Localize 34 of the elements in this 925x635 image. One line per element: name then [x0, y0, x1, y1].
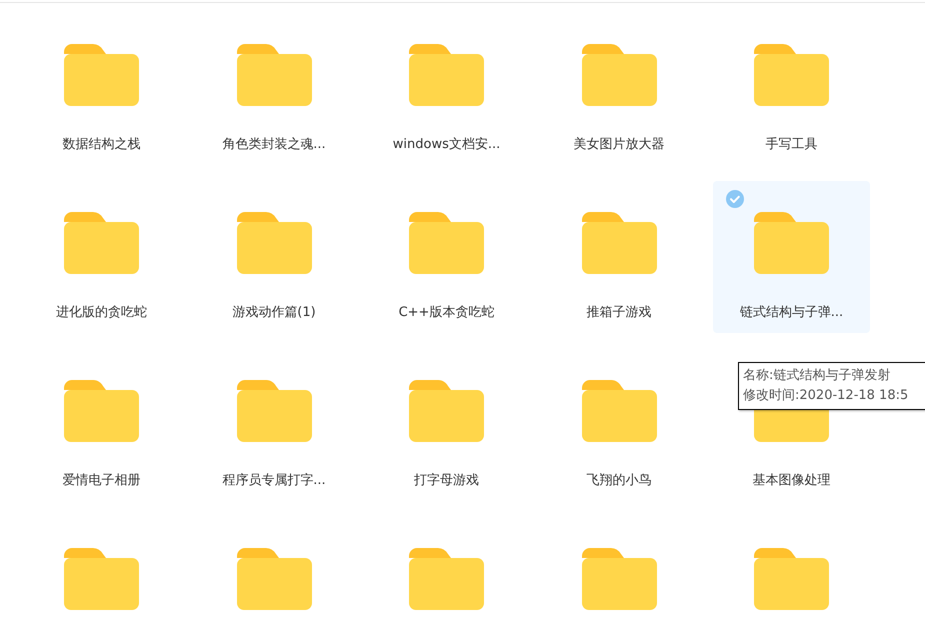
folder-icon: [236, 380, 312, 442]
folder-icon: [409, 380, 484, 442]
tooltip-text: 修改时间:2020-12-18 18:5: [743, 387, 910, 405]
folder-name: 游戏动作篇(1): [232, 304, 316, 321]
folder-icon: [64, 212, 139, 274]
folder-name: 美女图片放大器: [574, 136, 664, 153]
folder-name: 链式结构与子弹...: [740, 304, 844, 321]
folder-name: 手写工具: [766, 136, 818, 153]
folder-icon: [582, 380, 656, 442]
folder-icon: [409, 44, 484, 106]
folder-name: 程序员专属打字...: [222, 472, 326, 489]
checkmark-icon[interactable]: [726, 190, 744, 208]
folder-name: windows文档安...: [392, 136, 500, 153]
folder-icon: [409, 212, 484, 274]
folder-icon: [236, 44, 312, 106]
folder-icon: [582, 44, 656, 106]
folder-name: 角色类封装之魂...: [222, 136, 326, 153]
folder-icon: [754, 410, 829, 442]
folder-name: 基本图像处理: [752, 472, 830, 489]
folder-name: 爱情电子相册: [62, 472, 140, 489]
folder-name: 飞翔的小鸟: [586, 472, 652, 489]
folder-name: 打字母游戏: [414, 472, 479, 489]
folder-icon: [754, 44, 829, 106]
folder-name: 数据结构之栈: [62, 136, 140, 153]
folder-icon: [754, 212, 829, 274]
tooltip-text: 名称:链式结构与子弹发射: [743, 367, 892, 385]
folder-icon: [64, 380, 139, 442]
folder-name: C++版本贪吃蛇: [398, 304, 494, 321]
folder-icon: [64, 44, 139, 106]
folder-name: 推箱子游戏: [586, 304, 652, 321]
folder-icon: [582, 212, 656, 274]
folder-icon: [236, 212, 312, 274]
selected-folder-tile[interactable]: 链式结构与子弹...: [713, 181, 870, 333]
folder-name: 进化版的贪吃蛇: [56, 304, 147, 321]
